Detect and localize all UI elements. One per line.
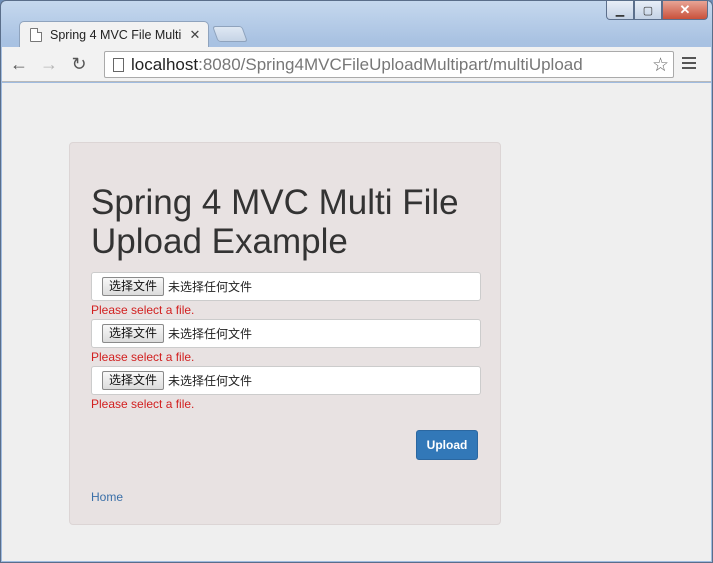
maximize-button[interactable]: ▢: [634, 1, 662, 20]
file-status: 未选择任何文件: [168, 374, 253, 388]
new-tab-button[interactable]: [212, 26, 248, 42]
tab-strip: Spring 4 MVC File Multi ✕ ▁ ▢ ✕: [1, 1, 713, 47]
url-host: localhost: [131, 54, 199, 74]
file-group-3: 选择文件 未选择任何文件 Please select a file.: [91, 366, 481, 411]
file-status: 未选择任何文件: [168, 327, 253, 341]
choose-file-button[interactable]: 选择文件: [102, 371, 165, 390]
bookmark-star-icon[interactable]: ☆: [652, 54, 669, 77]
upload-panel: Spring 4 MVC Multi File Upload Example 选…: [69, 142, 501, 525]
browser-toolbar: ← → ↻ localhost:8080/Spring4MVCFileUploa…: [2, 47, 711, 82]
file-group-2: 选择文件 未选择任何文件 Please select a file.: [91, 319, 481, 364]
address-bar[interactable]: localhost:8080/Spring4MVCFileUploadMulti…: [104, 51, 674, 78]
file-group-1: 选择文件 未选择任何文件 Please select a file.: [91, 272, 481, 317]
back-icon[interactable]: ←: [6, 51, 32, 77]
page-icon: [30, 27, 42, 42]
forward-icon[interactable]: →: [36, 51, 62, 77]
upload-button[interactable]: Upload: [416, 430, 478, 460]
choose-file-button[interactable]: 选择文件: [102, 324, 165, 343]
window-controls: ▁ ▢ ✕: [606, 1, 708, 20]
choose-file-button[interactable]: 选择文件: [102, 277, 165, 296]
error-message: Please select a file.: [91, 350, 195, 364]
minimize-button[interactable]: ▁: [606, 1, 634, 20]
file-input[interactable]: 选择文件 未选择任何文件: [91, 366, 481, 395]
page-icon: [113, 57, 124, 72]
tab-active[interactable]: Spring 4 MVC File Multi ✕: [19, 21, 209, 47]
file-status: 未选择任何文件: [168, 280, 253, 294]
tab-close-icon[interactable]: ✕: [188, 27, 202, 43]
close-window-button[interactable]: ✕: [662, 1, 708, 20]
reload-icon[interactable]: ↻: [66, 51, 92, 77]
url-path: :8080/Spring4MVCFileUploadMultipart/mult…: [198, 54, 583, 74]
page-title: Spring 4 MVC Multi File Upload Example: [91, 183, 459, 261]
error-message: Please select a file.: [91, 303, 195, 317]
menu-icon[interactable]: [682, 55, 696, 71]
error-message: Please select a file.: [91, 397, 195, 411]
file-input[interactable]: 选择文件 未选择任何文件: [91, 319, 481, 348]
tab-title: Spring 4 MVC File Multi: [50, 27, 182, 42]
file-input[interactable]: 选择文件 未选择任何文件: [91, 272, 481, 301]
browser-window: Spring 4 MVC File Multi ✕ ▁ ▢ ✕ ← → ↻ lo…: [0, 0, 713, 563]
home-link[interactable]: Home: [91, 490, 123, 504]
page-viewport: Spring 4 MVC Multi File Upload Example 选…: [2, 83, 711, 561]
